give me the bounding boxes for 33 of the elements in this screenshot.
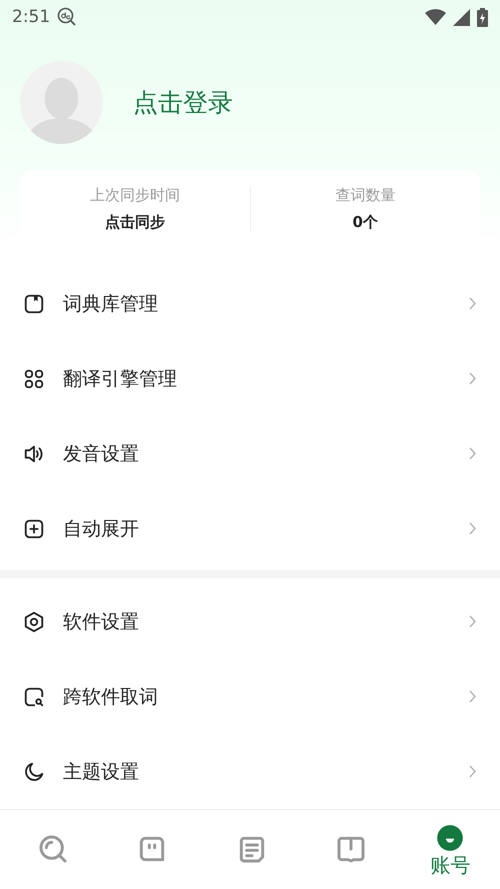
chevron-right-icon [469,447,476,460]
grid-icon [23,368,45,390]
menu-item[interactable]: 翻译引擎管理 [63,366,451,392]
chevron-right-icon [469,372,476,385]
chevron-right-icon [469,690,476,703]
signal-icon [453,8,470,26]
smile-icon [436,824,464,852]
stat-label: 查词数量 [335,186,396,205]
nav-tab[interactable]: 账号 [400,810,500,887]
stat-value: 0个 [352,213,378,232]
plus-square-icon [23,518,45,540]
stat-label: 上次同步时间 [90,186,180,205]
book-icon [23,292,45,314]
wifi-icon [425,9,446,25]
login-link[interactable]: 点击登录 [133,86,233,119]
search-icon [36,832,69,864]
menu-item[interactable]: 主题设置 [63,758,451,784]
chevron-right-icon [469,615,476,628]
moon-icon [23,760,45,782]
square-search-icon [23,686,45,708]
menu-item[interactable]: 自动展开 [63,516,451,542]
hexagon-icon [23,610,45,632]
chevron-right-icon [469,765,476,778]
menu-item[interactable]: 词典库管理 [63,290,451,316]
menu-item[interactable]: 发音设置 [63,440,451,466]
chevron-right-icon [469,522,476,535]
app-notification-icon [57,7,78,27]
stat-value: 点击同步 [104,213,165,232]
menu-item[interactable]: 软件设置 [63,608,451,634]
battery-icon [477,8,488,26]
chevron-right-icon [469,297,476,310]
status-time: 2:51 [12,7,50,27]
menu-item[interactable]: 跨软件取词 [63,684,451,710]
